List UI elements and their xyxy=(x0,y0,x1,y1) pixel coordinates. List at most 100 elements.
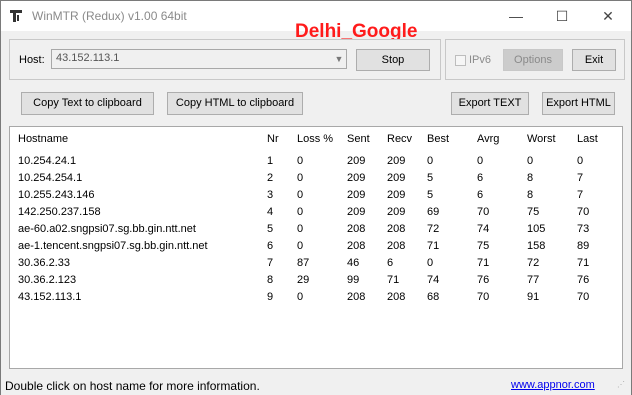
ipv6-checkbox[interactable] xyxy=(455,55,466,66)
column-header[interactable]: Loss % xyxy=(297,133,333,145)
last-cell: 7 xyxy=(577,189,584,201)
best-cell: 69 xyxy=(427,206,440,218)
worst-cell: 72 xyxy=(527,257,540,269)
loss-cell: 0 xyxy=(297,206,304,218)
last-cell: 76 xyxy=(577,274,590,286)
maximize-icon[interactable]: ☐ xyxy=(539,1,585,31)
status-message: Double click on host name for more infor… xyxy=(5,379,260,393)
sent-cell: 209 xyxy=(347,206,366,218)
hostname-cell[interactable]: ae-1.tencent.sngpsi07.sg.bb.gin.ntt.net xyxy=(18,240,208,252)
last-cell: 71 xyxy=(577,257,590,269)
hostname-cell[interactable]: 30.36.2.123 xyxy=(18,274,76,286)
table-row[interactable]: 10.254.24.1 1 0 209 209 0 0 0 0 xyxy=(10,155,622,172)
nr-cell: 8 xyxy=(267,274,274,286)
best-cell: 0 xyxy=(427,155,434,167)
worst-cell: 0 xyxy=(527,155,534,167)
exit-button[interactable]: Exit xyxy=(572,49,616,71)
hostname-cell[interactable]: 10.255.243.146 xyxy=(18,189,94,201)
nr-cell: 3 xyxy=(267,189,274,201)
best-cell: 68 xyxy=(427,291,440,303)
recv-cell: 208 xyxy=(387,240,406,252)
sent-cell: 99 xyxy=(347,274,360,286)
loss-cell: 0 xyxy=(297,172,304,184)
avrg-cell: 70 xyxy=(477,291,490,303)
results-table[interactable]: Hostname Nr Loss % Sent Recv Best Avrg W… xyxy=(9,126,623,369)
status-bar: Double click on host name for more infor… xyxy=(1,375,631,395)
website-link[interactable]: www.appnor.com xyxy=(511,379,595,391)
table-row[interactable]: 142.250.237.158 4 0 209 209 69 70 75 70 xyxy=(10,206,622,223)
column-header[interactable]: Hostname xyxy=(18,133,68,145)
column-header[interactable]: Sent xyxy=(347,133,370,145)
host-input[interactable]: 43.152.113.1 xyxy=(51,49,347,69)
last-cell: 70 xyxy=(577,291,590,303)
worst-cell: 77 xyxy=(527,274,540,286)
hostname-cell[interactable]: ae-60.a02.sngpsi07.sg.bb.gin.ntt.net xyxy=(18,223,196,235)
table-row[interactable]: 10.255.243.146 3 0 209 209 5 6 8 7 xyxy=(10,189,622,206)
table-row[interactable]: ae-60.a02.sngpsi07.sg.bb.gin.ntt.net 5 0… xyxy=(10,223,622,240)
recv-cell: 6 xyxy=(387,257,394,269)
copy-text-button[interactable]: Copy Text to clipboard xyxy=(21,92,154,115)
column-header[interactable]: Recv xyxy=(387,133,412,145)
table-header: Hostname Nr Loss % Sent Recv Best Avrg W… xyxy=(10,127,622,147)
column-header[interactable]: Nr xyxy=(267,133,279,145)
last-cell: 7 xyxy=(577,172,584,184)
nr-cell: 1 xyxy=(267,155,274,167)
sent-cell: 209 xyxy=(347,172,366,184)
table-row[interactable]: 30.36.2.33 7 87 46 6 0 71 72 71 xyxy=(10,257,622,274)
nr-cell: 6 xyxy=(267,240,274,252)
options-button[interactable]: Options xyxy=(503,49,563,71)
resize-grip-icon[interactable]: ⋰ xyxy=(613,377,629,393)
best-cell: 0 xyxy=(427,257,434,269)
loss-cell: 0 xyxy=(297,189,304,201)
worst-cell: 158 xyxy=(527,240,546,252)
hostname-cell[interactable]: 142.250.237.158 xyxy=(18,206,101,218)
best-cell: 72 xyxy=(427,223,440,235)
column-header[interactable]: Best xyxy=(427,133,449,145)
nr-cell: 5 xyxy=(267,223,274,235)
export-html-button[interactable]: Export HTML xyxy=(542,92,615,115)
stop-button[interactable]: Stop xyxy=(356,49,430,71)
loss-cell: 0 xyxy=(297,155,304,167)
copy-html-button[interactable]: Copy HTML to clipboard xyxy=(167,92,303,115)
nr-cell: 2 xyxy=(267,172,274,184)
sent-cell: 208 xyxy=(347,223,366,235)
hostname-cell[interactable]: 30.36.2.33 xyxy=(18,257,70,269)
chevron-down-icon[interactable]: ▼ xyxy=(333,50,345,68)
last-cell: 0 xyxy=(577,155,584,167)
avrg-cell: 75 xyxy=(477,240,490,252)
best-cell: 5 xyxy=(427,172,434,184)
table-row[interactable]: 10.254.254.1 2 0 209 209 5 6 8 7 xyxy=(10,172,622,189)
loss-cell: 0 xyxy=(297,291,304,303)
nr-cell: 4 xyxy=(267,206,274,218)
hostname-cell[interactable]: 10.254.254.1 xyxy=(18,172,82,184)
export-text-button[interactable]: Export TEXT xyxy=(451,92,529,115)
winmtr-window: WinMTR (Redux) v1.00 64bit — ☐ ✕ Delhi_G… xyxy=(0,0,632,395)
nr-cell: 7 xyxy=(267,257,274,269)
avrg-cell: 70 xyxy=(477,206,490,218)
table-row[interactable]: ae-1.tencent.sngpsi07.sg.bb.gin.ntt.net … xyxy=(10,240,622,257)
table-row[interactable]: 43.152.113.1 9 0 208 208 68 70 91 70 xyxy=(10,291,622,308)
recv-cell: 71 xyxy=(387,274,400,286)
worst-cell: 91 xyxy=(527,291,540,303)
worst-cell: 8 xyxy=(527,172,534,184)
close-icon[interactable]: ✕ xyxy=(585,1,631,31)
recv-cell: 208 xyxy=(387,223,406,235)
recv-cell: 209 xyxy=(387,189,406,201)
avrg-cell: 6 xyxy=(477,172,484,184)
ipv6-label: IPv6 xyxy=(469,54,492,66)
loss-cell: 0 xyxy=(297,223,304,235)
column-header[interactable]: Last xyxy=(577,133,598,145)
avrg-cell: 71 xyxy=(477,257,490,269)
loss-cell: 87 xyxy=(297,257,310,269)
sent-cell: 209 xyxy=(347,189,366,201)
table-row[interactable]: 30.36.2.123 8 29 99 71 74 76 77 76 xyxy=(10,274,622,291)
worst-cell: 105 xyxy=(527,223,546,235)
column-header[interactable]: Avrg xyxy=(477,133,499,145)
recv-cell: 209 xyxy=(387,155,406,167)
minimize-icon[interactable]: — xyxy=(493,1,539,31)
column-header[interactable]: Worst xyxy=(527,133,556,145)
sent-cell: 208 xyxy=(347,240,366,252)
avrg-cell: 74 xyxy=(477,223,490,235)
hostname-cell[interactable]: 43.152.113.1 xyxy=(18,291,81,303)
hostname-cell[interactable]: 10.254.24.1 xyxy=(18,155,76,167)
